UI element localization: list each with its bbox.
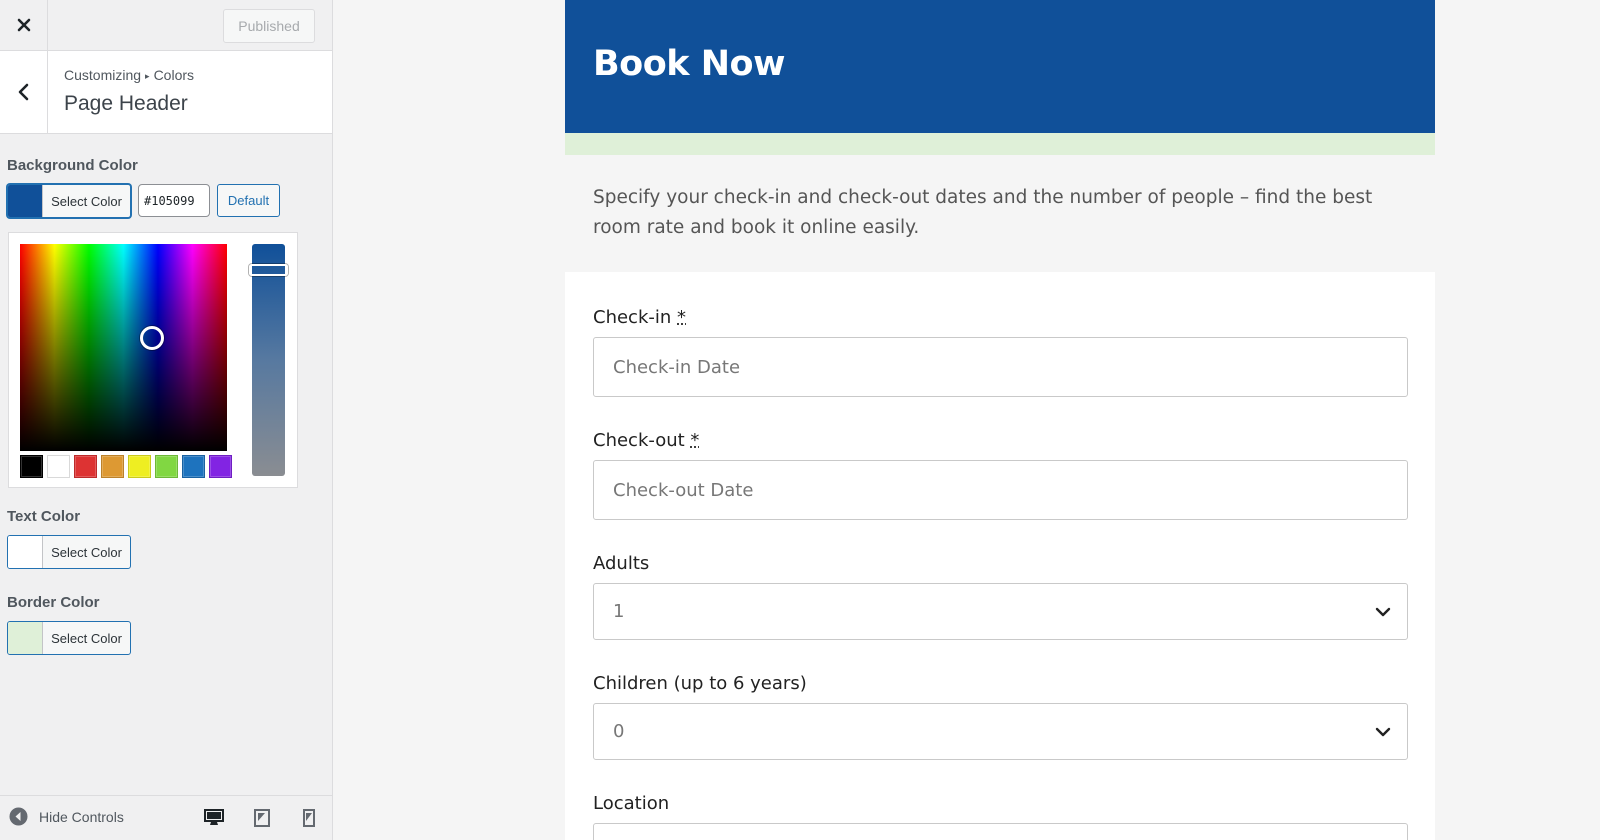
chevron-down-icon: [1375, 607, 1391, 617]
desktop-icon: [204, 809, 224, 825]
customizer-header: Published: [0, 0, 332, 51]
adults-value: 1: [613, 601, 625, 622]
background-select-color-label: Select Color: [51, 193, 122, 209]
mobile-icon: [303, 809, 315, 827]
background-select-color-button[interactable]: Select Color: [7, 184, 131, 218]
location-select[interactable]: [593, 823, 1408, 840]
checkin-label: Check-in *: [593, 307, 686, 328]
preview-desktop-button[interactable]: [203, 807, 225, 829]
close-customizer-button[interactable]: [0, 0, 48, 50]
page-header-border: [565, 133, 1435, 155]
chevron-left-icon: [18, 83, 28, 101]
checkout-label-text: Check-out: [593, 430, 685, 451]
checkout-placeholder: Check-out Date: [613, 479, 754, 501]
palette-swatch-blue[interactable]: [182, 455, 205, 478]
palette-swatch-purple[interactable]: [209, 455, 232, 478]
saturation-square[interactable]: [20, 244, 227, 451]
lightness-handle[interactable]: [249, 264, 288, 276]
palette-swatch-black[interactable]: [20, 455, 43, 478]
close-icon: [17, 18, 30, 32]
palette-swatch-orange[interactable]: [101, 455, 124, 478]
chevron-down-icon: [1375, 727, 1391, 737]
customizer-panel: Published Customizing ▸ Colors Page Header…: [0, 0, 333, 840]
text-color-label: Text Color: [7, 508, 81, 525]
site-preview: Book Now Specify your check-in and check…: [333, 0, 1600, 840]
text-color-swatch: [8, 536, 43, 568]
color-palette: [20, 455, 232, 478]
checkout-date-input[interactable]: Check-out Date: [593, 460, 1408, 520]
text-select-color-button[interactable]: Select Color: [7, 535, 131, 569]
preview-mobile-button[interactable]: [298, 807, 320, 829]
page-header: Book Now: [565, 0, 1435, 133]
breadcrumb-separator-icon: ▸: [145, 71, 150, 81]
children-value: 0: [613, 721, 625, 742]
intro-text: Specify your check-in and check-out date…: [593, 187, 1373, 238]
saturation-handle[interactable]: [140, 326, 164, 350]
hide-controls-button[interactable]: Hide Controls: [9, 807, 124, 826]
published-button[interactable]: Published: [223, 9, 315, 43]
page-title: Book Now: [593, 44, 785, 84]
breadcrumb: Customizing ▸ Colors: [64, 67, 194, 83]
adults-select[interactable]: 1: [593, 583, 1408, 640]
background-hex-input[interactable]: [138, 184, 210, 217]
palette-swatch-yellow[interactable]: [128, 455, 151, 478]
border-select-color-label: Select Color: [51, 630, 122, 646]
checkin-date-input[interactable]: Check-in Date: [593, 337, 1408, 397]
customizer-footer: Hide Controls: [0, 795, 332, 840]
palette-swatch-white[interactable]: [47, 455, 70, 478]
border-color-swatch: [8, 622, 43, 654]
breadcrumb-parent: Customizing: [64, 67, 142, 83]
checkout-label: Check-out *: [593, 430, 699, 451]
required-marker: *: [690, 430, 700, 451]
children-label: Children (up to 6 years): [593, 673, 807, 694]
preview-tablet-button[interactable]: [251, 807, 273, 829]
tablet-icon: [254, 809, 270, 827]
border-color-label: Border Color: [7, 594, 100, 611]
location-label: Location: [593, 793, 670, 814]
required-marker: *: [677, 307, 687, 328]
background-color-label: Background Color: [7, 157, 138, 174]
hide-controls-label: Hide Controls: [39, 808, 124, 825]
palette-swatch-red[interactable]: [74, 455, 97, 478]
background-default-button[interactable]: Default: [217, 184, 280, 217]
collapse-arrow-icon: [9, 807, 28, 826]
booking-form: Check-in * Check-in Date Check-out * Che…: [565, 272, 1435, 840]
border-select-color-button[interactable]: Select Color: [7, 621, 131, 655]
text-select-color-label: Select Color: [51, 544, 122, 560]
section-header: Customizing ▸ Colors Page Header: [0, 51, 332, 134]
checkin-placeholder: Check-in Date: [613, 356, 741, 378]
breadcrumb-child: Colors: [153, 67, 195, 83]
color-picker: [8, 232, 298, 488]
adults-label: Adults: [593, 553, 650, 574]
palette-swatch-green[interactable]: [155, 455, 178, 478]
lightness-slider[interactable]: [249, 244, 288, 476]
back-button[interactable]: [0, 51, 48, 133]
children-select[interactable]: 0: [593, 703, 1408, 760]
background-color-swatch: [8, 185, 43, 217]
checkin-label-text: Check-in: [593, 307, 672, 328]
section-title: Page Header: [64, 92, 188, 115]
